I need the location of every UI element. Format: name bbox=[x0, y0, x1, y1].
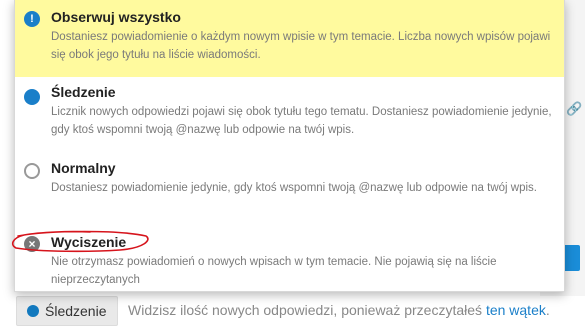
mute-x-icon: × bbox=[24, 236, 40, 252]
exclamation-icon: ! bbox=[24, 11, 40, 27]
option-title: Obserwuj wszystko bbox=[51, 9, 181, 25]
notification-level-button[interactable]: Śledzenie bbox=[16, 296, 118, 326]
option-tracking[interactable]: Śledzenie Licznik nowych odpowiedzi poja… bbox=[15, 77, 564, 147]
option-title: Normalny bbox=[51, 160, 116, 176]
option-muted[interactable]: × Wyciszenie Nie otrzymasz powiadomień o… bbox=[15, 225, 564, 291]
option-description: Dostaniesz powiadomienie jedynie, gdy kt… bbox=[51, 182, 537, 194]
empty-circle-icon bbox=[24, 163, 40, 179]
notification-dropdown: ! Obserwuj wszystko Dostaniesz powiadomi… bbox=[14, 0, 565, 292]
topic-link[interactable]: ten wątek bbox=[486, 302, 546, 318]
option-normal[interactable]: Normalny Dostaniesz powiadomienie jedyni… bbox=[15, 147, 564, 225]
option-watching-all[interactable]: ! Obserwuj wszystko Dostaniesz powiadomi… bbox=[15, 0, 564, 77]
option-description: Licznik nowych odpowiedzi pojawi się obo… bbox=[51, 106, 552, 136]
option-description: Dostaniesz powiadomienie o każdym nowym … bbox=[51, 31, 551, 61]
notification-footer: Śledzenie Widzisz ilość nowych odpowiedz… bbox=[0, 296, 585, 330]
filled-circle-icon bbox=[24, 89, 40, 105]
option-title: Śledzenie bbox=[51, 84, 116, 100]
notification-level-label: Śledzenie bbox=[45, 303, 107, 319]
link-icon: 🔗 bbox=[566, 101, 583, 116]
filled-circle-icon bbox=[27, 305, 39, 317]
option-description: Nie otrzymasz powiadomień o nowych wpisa… bbox=[51, 256, 497, 286]
notification-description: Widzisz ilość nowych odpowiedzi, poniewa… bbox=[128, 302, 550, 318]
option-title: Wyciszenie bbox=[51, 234, 127, 250]
